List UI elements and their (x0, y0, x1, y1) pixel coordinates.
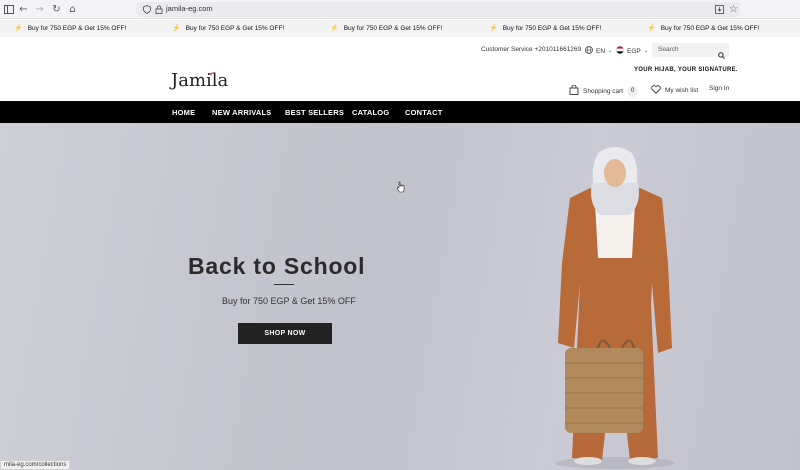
url-text[interactable]: jamila-eg.com (166, 4, 213, 13)
main-nav: HOME NEW ARRIVALS BEST SELLERS CATALOG C… (0, 101, 800, 123)
address-bar[interactable]: jamila-eg.com ☆ (136, 2, 740, 17)
hero-title: Back to School (188, 253, 366, 279)
hand-cursor-icon (397, 181, 405, 193)
hero-divider (274, 284, 294, 285)
lightning-icon: ⚡ (330, 25, 339, 32)
shopping-cart-link[interactable]: Shopping cart 0 (569, 84, 639, 97)
lightning-icon: ⚡ (14, 25, 23, 32)
promo-item: ⚡ Buy for 750 EGP & Get 15% OFF! (489, 24, 602, 33)
promo-item: ⚡ Buy for 750 EGP & Get 15% OFF! (14, 24, 127, 33)
currency-label[interactable]: EGP (627, 48, 641, 55)
chevron-down-icon: ⌄ (608, 48, 613, 54)
promo-text: Buy for 750 EGP & Get 15% OFF! (502, 24, 602, 32)
download-icon[interactable] (713, 3, 726, 16)
search-icon[interactable] (718, 46, 725, 64)
chevron-down-icon: ⌄ (643, 48, 648, 54)
promo-text: Buy for 750 EGP & Get 15% OFF! (660, 24, 760, 32)
nav-item-new-arrivals[interactable]: NEW ARRIVALS (212, 108, 271, 117)
tagline: YOUR HIJAB, YOUR SIGNATURE. (634, 67, 738, 73)
star-icon[interactable]: ☆ (727, 3, 740, 16)
search-placeholder[interactable]: Search (658, 46, 679, 53)
promo-text: Buy for 750 EGP & Get 15% OFF! (185, 24, 285, 32)
globe-icon (585, 46, 593, 56)
promo-item: ⚡ Buy for 750 EGP & Get 15% OFF! (172, 24, 285, 33)
nav-item-contact[interactable]: CONTACT (405, 108, 443, 117)
browser-toolbar: ← → ↻ ⌂ jamila-eg.com ☆ (0, 0, 800, 19)
reload-icon[interactable]: ↻ (50, 3, 63, 16)
shopping-bag-icon[interactable] (569, 84, 579, 97)
heart-icon[interactable] (651, 85, 661, 96)
language-label[interactable]: EN (596, 48, 605, 55)
shopping-cart-label[interactable]: Shopping cart (583, 88, 623, 95)
language-selector[interactable]: EN ⌄ (585, 46, 612, 56)
promo-item: ⚡ Buy for 750 EGP & Get 15% OFF! (330, 24, 443, 33)
forward-icon[interactable]: → (33, 3, 46, 16)
promo-strip: ⚡ Buy for 750 EGP & Get 15% OFF! ⚡ Buy f… (0, 20, 800, 37)
status-bar-url: mila-eg.com/collections (0, 460, 71, 470)
wish-list-link[interactable]: My wish list (651, 85, 698, 96)
promo-item: ⚡ Buy for 750 EGP & Get 15% OFF! (647, 24, 760, 33)
sign-in-link[interactable]: Sign In (709, 85, 729, 92)
heart-logo-icon: ♥ (209, 72, 213, 78)
home-icon[interactable]: ⌂ (66, 3, 79, 16)
lightning-icon: ⚡ (172, 25, 181, 32)
site-header: Customer Service +201011661269 EN ⌄ EGP … (0, 37, 800, 101)
customer-service-text[interactable]: Customer Service +201011661269 (481, 46, 581, 53)
promo-text: Buy for 750 EGP & Get 15% OFF! (27, 24, 127, 32)
lock-icon[interactable] (152, 3, 165, 16)
shop-now-button[interactable]: SHOP NOW (238, 323, 332, 344)
promo-text: Buy for 750 EGP & Get 15% OFF! (343, 24, 443, 32)
hero-subtitle: Buy for 750 EGP & Get 15% OFF (222, 296, 356, 306)
lightning-icon: ⚡ (489, 25, 498, 32)
search-input[interactable]: Search (652, 43, 729, 59)
currency-selector[interactable]: EGP ⌄ (616, 46, 648, 56)
wish-list-label[interactable]: My wish list (665, 87, 698, 94)
cart-count-badge: 0 (627, 85, 639, 97)
hero-banner[interactable]: Back to School Buy for 750 EGP & Get 15%… (0, 123, 800, 470)
lightning-icon: ⚡ (647, 25, 656, 32)
site-logo[interactable]: Jamila (171, 70, 228, 91)
sign-in-label[interactable]: Sign In (709, 85, 729, 92)
egypt-flag-icon (616, 46, 624, 56)
nav-item-best-sellers[interactable]: BEST SELLERS (285, 108, 344, 117)
nav-item-catalog[interactable]: CATALOG (352, 108, 389, 117)
sidebar-icon[interactable] (2, 3, 15, 16)
model-photo (555, 147, 675, 469)
nav-item-home[interactable]: HOME (172, 108, 195, 117)
customer-service[interactable]: Customer Service +201011661269 (481, 46, 581, 53)
back-icon[interactable]: ← (17, 3, 30, 16)
